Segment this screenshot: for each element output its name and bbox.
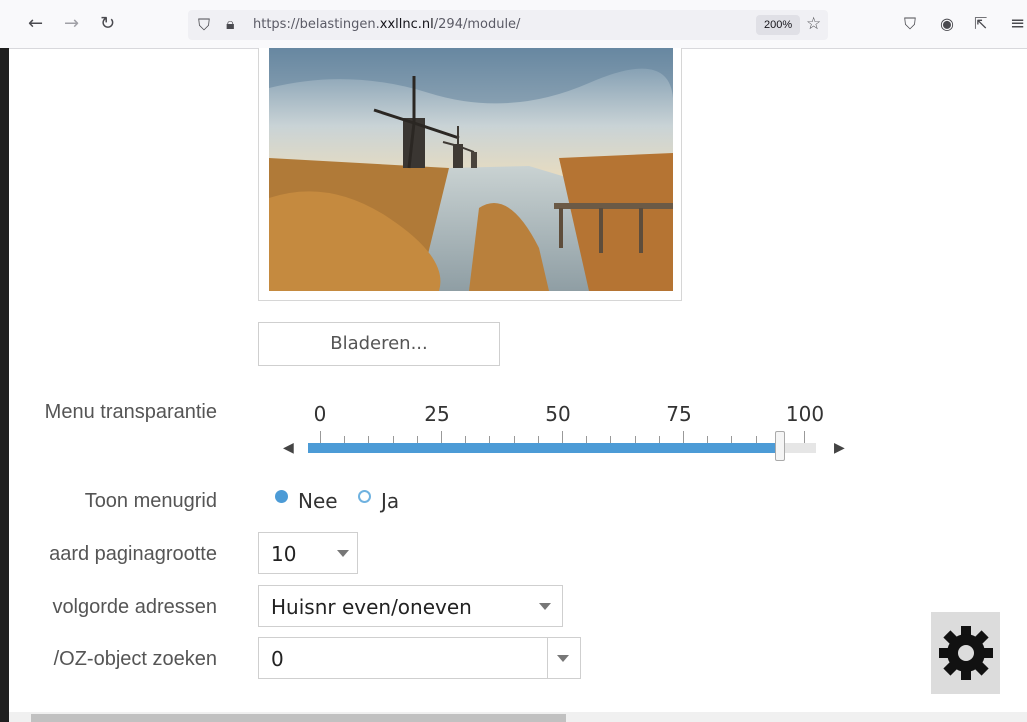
slider-tick [441, 431, 442, 443]
browser-toolbar: ← → ↻ ⛉ 🔒︎ https://belastingen.xxllnc.nl… [0, 0, 1027, 49]
tick-label: 100 [785, 402, 825, 426]
slider-tick [320, 431, 321, 443]
image-preview [258, 48, 682, 301]
browse-button[interactable]: Bladeren... [258, 322, 500, 366]
slider-tick [562, 431, 563, 443]
slider-tick [344, 436, 346, 443]
tick-label: 25 [424, 402, 450, 426]
account-icon[interactable]: ◉ [940, 14, 954, 34]
slider-tick [537, 436, 539, 443]
page-size-label: aard paginagrootte [49, 543, 217, 565]
reload-icon[interactable]: ↻ [100, 14, 115, 34]
slider-tick [610, 436, 612, 443]
address-order-select[interactable]: Huisnr even/oneven [258, 585, 563, 627]
combobox-divider [547, 638, 548, 678]
forward-arrow-icon[interactable]: → [64, 14, 79, 34]
scrollbar-thumb[interactable] [31, 714, 566, 722]
slider-handle[interactable] [774, 431, 785, 461]
slider-tick [755, 436, 757, 443]
radio-ja[interactable] [358, 490, 371, 503]
extensions-icon[interactable]: ⇱ [974, 14, 987, 34]
radio-ja-label[interactable]: Ja [381, 489, 399, 513]
slider-tick [731, 436, 733, 443]
woz-search-value: 0 [271, 647, 284, 671]
radio-nee-label[interactable]: Nee [298, 489, 338, 513]
page-size-value: 10 [271, 542, 297, 566]
radio-nee[interactable] [275, 490, 288, 503]
page-size-select[interactable]: 10 [258, 532, 358, 574]
slider-tick [392, 436, 394, 443]
gear-icon [939, 626, 993, 680]
tick-label: 50 [545, 402, 571, 426]
address-bar[interactable]: ⛉ 🔒︎ https://belastingen.xxllnc.nl/294/m… [188, 10, 828, 40]
horizontal-scrollbar[interactable] [9, 712, 1027, 722]
slider-increase-arrow-icon[interactable]: ▶ [834, 439, 845, 456]
slider-tick [683, 431, 684, 443]
settings-button[interactable] [931, 612, 1000, 694]
slider-tick [465, 436, 467, 443]
slider-tick [368, 436, 370, 443]
menu-transparency-label: Menu transparantie [44, 401, 217, 423]
lock-icon[interactable]: 🔒︎ [226, 14, 235, 34]
menu-icon[interactable]: ≡ [1010, 14, 1025, 34]
slider-tick [513, 436, 515, 443]
tick-label: 0 [313, 402, 327, 426]
transparency-slider[interactable] [308, 431, 816, 461]
back-arrow-icon[interactable]: ← [28, 14, 43, 34]
slider-tick [658, 436, 660, 443]
slider-tick [634, 436, 636, 443]
menu-grid-label: Toon menugrid [84, 490, 217, 512]
tick-label: 75 [666, 402, 692, 426]
chevron-down-icon[interactable] [557, 655, 569, 662]
slider-tick [416, 436, 418, 443]
bookmark-star-icon[interactable]: ☆ [806, 14, 821, 34]
woz-search-combobox[interactable]: 0 [258, 637, 581, 679]
address-order-label: volgorde adressen [52, 596, 217, 618]
woz-search-label: /OZ-object zoeken [53, 648, 217, 670]
slider-decrease-arrow-icon[interactable]: ◀ [283, 439, 294, 456]
slider-tick [489, 436, 491, 443]
windmill-photo [269, 48, 673, 291]
url-text: https://belastingen.xxllnc.nl/294/module… [253, 17, 521, 32]
address-order-value: Huisnr even/oneven [271, 595, 472, 619]
zoom-level[interactable]: 200% [756, 15, 801, 35]
slider-tick [707, 436, 709, 443]
shield-icon[interactable]: ⛉ [198, 15, 210, 35]
pocket-icon[interactable]: ⛉ [904, 14, 916, 34]
chevron-down-icon [539, 603, 551, 610]
slider-fill [308, 443, 780, 453]
chevron-down-icon [337, 550, 349, 557]
slider-tick [804, 431, 805, 443]
slider-tick [586, 436, 588, 443]
window-edge [0, 48, 9, 722]
